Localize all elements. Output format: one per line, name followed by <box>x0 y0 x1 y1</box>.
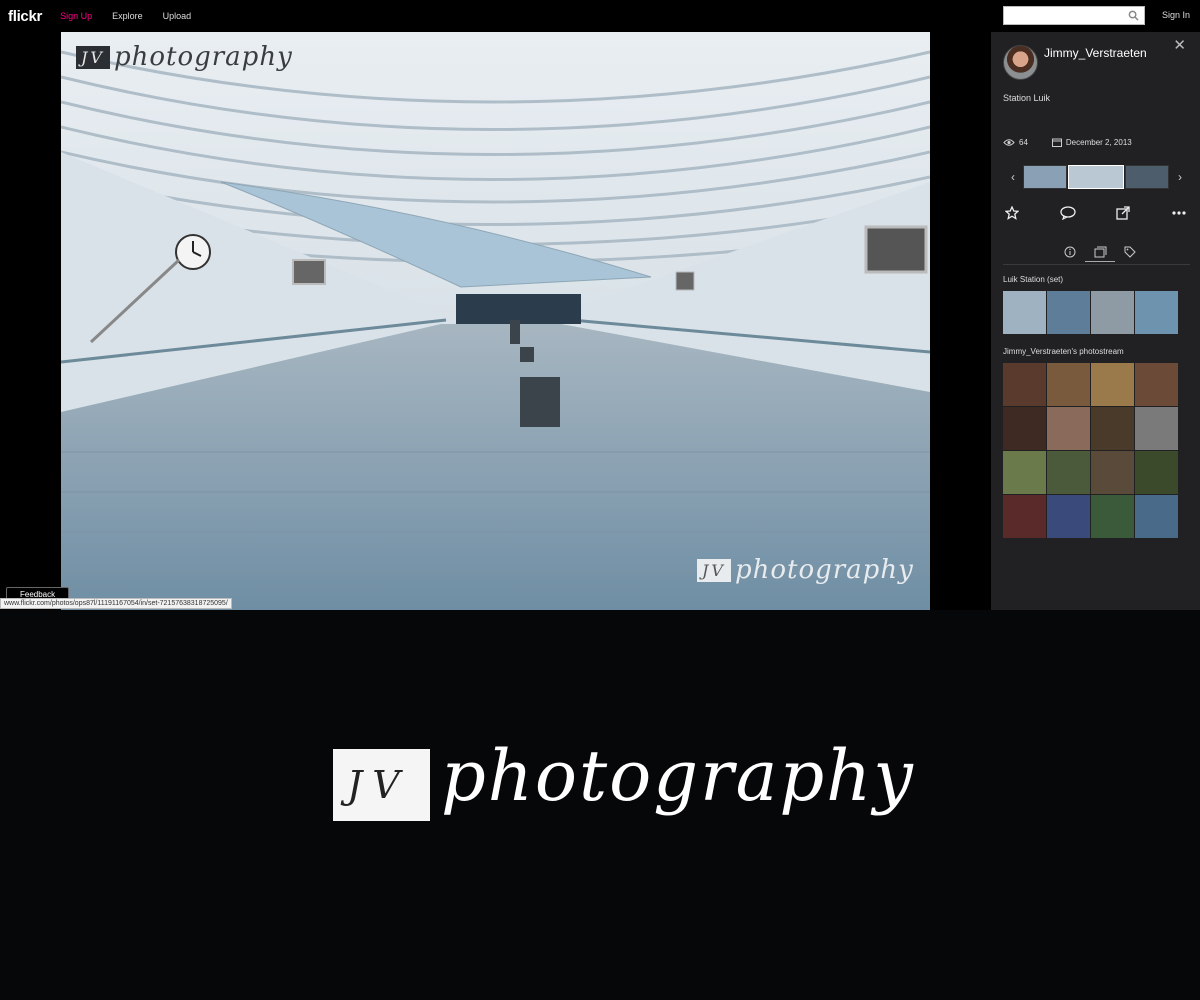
logo-script: photography <box>441 735 915 817</box>
date-label: December 2, 2013 <box>1065 138 1132 147</box>
top-nav: flickr Sign Up Explore Upload <box>0 0 991 32</box>
carousel-thumb[interactable] <box>1125 164 1170 189</box>
star-icon[interactable] <box>1003 204 1021 222</box>
watermark-script: photography <box>734 555 914 585</box>
username[interactable]: Jimmy_Verstraeten <box>1044 46 1147 60</box>
watermark-box: JV <box>76 45 110 69</box>
set-label[interactable]: Luik Station (set) <box>1003 275 1063 284</box>
photo-carousel: ‹ › <box>1003 164 1190 189</box>
photostream-thumbnails <box>1003 363 1178 538</box>
search-icon[interactable] <box>1128 10 1139 21</box>
watermark-script: photography <box>113 42 293 72</box>
close-icon[interactable]: ✕ <box>1173 36 1186 54</box>
set-thumbnail[interactable] <box>1003 291 1046 334</box>
albums-icon[interactable] <box>1085 242 1115 262</box>
carousel-thumb-current[interactable] <box>1067 164 1125 189</box>
views-count: 64 <box>1019 138 1028 147</box>
info-icon[interactable] <box>1055 242 1085 262</box>
photostream-thumbnail[interactable] <box>1047 363 1090 406</box>
photo-actions <box>1003 204 1188 222</box>
search-input[interactable] <box>1003 6 1145 25</box>
comment-icon[interactable] <box>1059 204 1077 222</box>
photostream-thumbnail[interactable] <box>1135 407 1178 450</box>
photostream-thumbnail[interactable] <box>1091 495 1134 538</box>
set-thumbnail[interactable] <box>1047 291 1090 334</box>
more-icon[interactable] <box>1170 204 1188 222</box>
explore-link[interactable]: Explore <box>112 11 143 21</box>
photostream-thumbnail[interactable] <box>1003 451 1046 494</box>
photo-info-panel: Sign In ✕ Jimmy_Verstraeten Station Luik… <box>991 0 1200 610</box>
photostream-thumbnail[interactable] <box>1135 363 1178 406</box>
watermark-box: JV <box>697 558 731 582</box>
tab-divider <box>1003 264 1190 265</box>
photostream-thumbnail[interactable] <box>1091 451 1134 494</box>
share-icon[interactable] <box>1114 204 1132 222</box>
photostream-thumbnail[interactable] <box>1047 407 1090 450</box>
info-tabs <box>1055 242 1145 262</box>
photo-stage: JV photography JV photography <box>0 32 991 610</box>
status-url: www.flickr.com/photos/ops87l/11191167054… <box>0 598 232 609</box>
watermark-top-left: JV photography <box>76 42 293 72</box>
set-thumbnail[interactable] <box>1091 291 1134 334</box>
set-thumbnail[interactable] <box>1135 291 1178 334</box>
photostream-thumbnail[interactable] <box>1135 495 1178 538</box>
photostream-thumbnail[interactable] <box>1003 363 1046 406</box>
views-icon <box>1003 138 1015 147</box>
photostream-thumbnail[interactable] <box>1091 363 1134 406</box>
photostream-thumbnail[interactable] <box>1047 495 1090 538</box>
photostream-thumbnail[interactable] <box>1003 407 1046 450</box>
photostream-label[interactable]: Jimmy_Verstraeten's photostream <box>1003 347 1124 356</box>
photo-title: Station Luik <box>1003 93 1051 103</box>
set-thumbnails <box>1003 291 1178 334</box>
carousel-thumb[interactable] <box>1022 164 1067 189</box>
logo-box: JV <box>333 749 430 821</box>
jv-photography-logo: JV photography <box>333 735 913 875</box>
upload-link[interactable]: Upload <box>163 11 192 21</box>
photostream-thumbnail[interactable] <box>1091 407 1134 450</box>
tag-icon[interactable] <box>1115 242 1145 262</box>
calendar-icon <box>1051 138 1062 147</box>
photostream-thumbnail[interactable] <box>1047 451 1090 494</box>
avatar[interactable] <box>1003 45 1038 80</box>
chevron-left-icon[interactable]: ‹ <box>1003 170 1023 184</box>
signin-link[interactable]: Sign In <box>1162 10 1190 20</box>
photo-meta: 64 December 2, 2013 <box>1003 138 1132 147</box>
photostream-thumbnail[interactable] <box>1135 451 1178 494</box>
signup-link[interactable]: Sign Up <box>60 11 92 21</box>
panel-header: Sign In <box>991 0 1200 32</box>
date-taken: December 2, 2013 <box>1051 138 1132 147</box>
watermark-bottom-right: JV photography <box>697 555 914 585</box>
chevron-right-icon[interactable]: › <box>1170 170 1190 184</box>
photo-artwork <box>61 32 930 610</box>
main-photo[interactable]: JV photography JV photography <box>61 32 930 610</box>
photostream-thumbnail[interactable] <box>1003 495 1046 538</box>
flickr-logo[interactable]: flickr <box>8 8 42 25</box>
